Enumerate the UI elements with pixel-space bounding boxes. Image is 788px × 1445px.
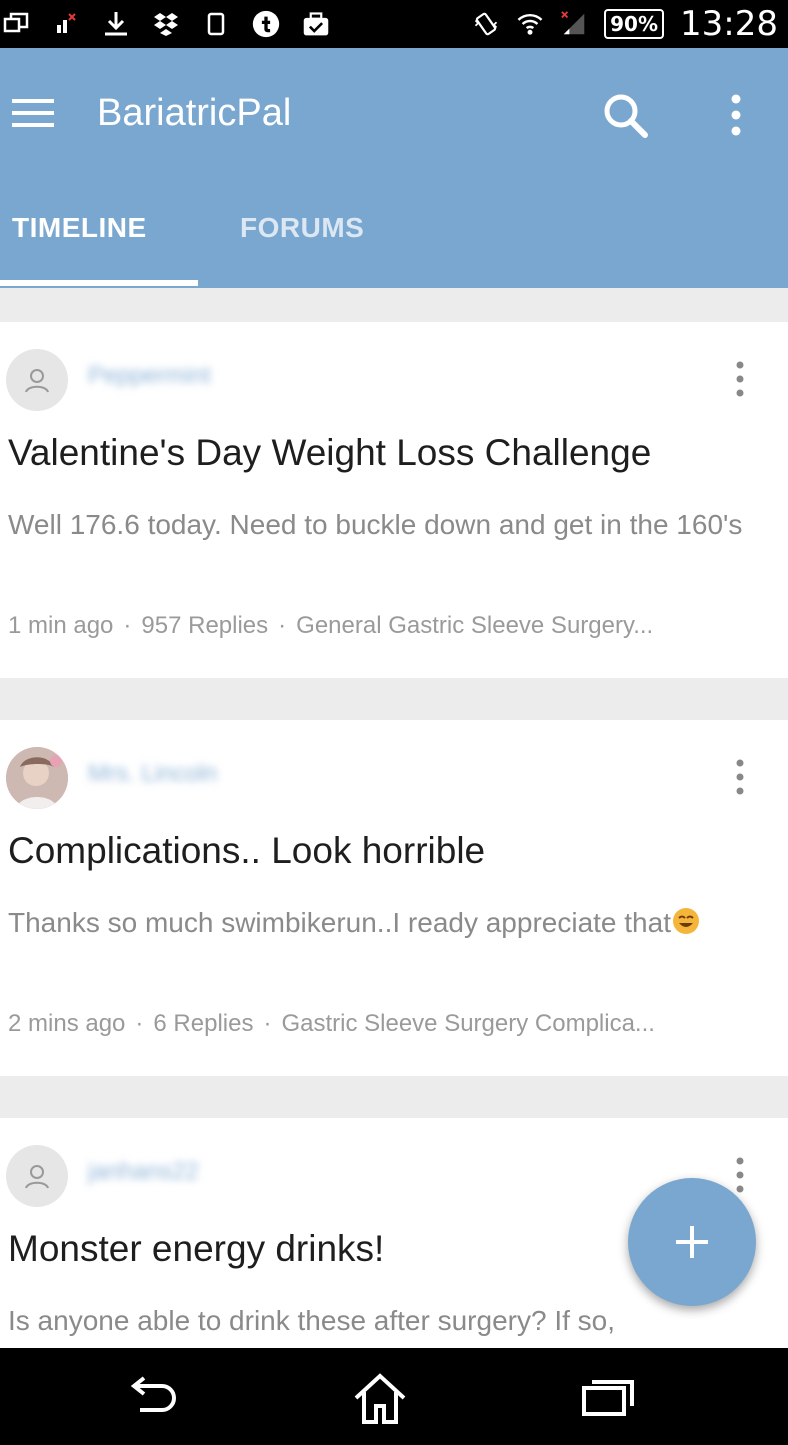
briefcase-check-icon [302, 10, 330, 38]
default-user-icon [25, 1165, 49, 1189]
back-arrow-icon [130, 1376, 176, 1412]
post-title[interactable]: Monster energy drinks! [8, 1228, 384, 1270]
meta-separator: · [263, 1010, 272, 1037]
post-excerpt: Is anyone able to drink these after surg… [8, 1305, 616, 1336]
post-author[interactable]: Peppermint [88, 362, 211, 390]
post-author[interactable]: Mrs. Lincoln [88, 760, 217, 788]
screen-mirror-icon [2, 10, 30, 38]
search-icon[interactable] [600, 90, 652, 142]
recent-apps-icon [582, 1380, 634, 1416]
download-icon [102, 10, 130, 38]
meta-separator: · [135, 1010, 144, 1037]
plus-icon [676, 1226, 708, 1258]
post-overflow-menu-icon[interactable] [728, 756, 752, 798]
meta-separator: · [278, 612, 287, 639]
post-forum[interactable]: General Gastric Sleeve Surgery... [296, 612, 653, 639]
tab-timeline[interactable]: TIMELINE [12, 212, 147, 244]
dropbox-icon [152, 10, 180, 38]
back-button[interactable] [124, 1370, 184, 1426]
post-card[interactable]: Mrs. Lincoln Complications.. Look horrib… [0, 720, 788, 1076]
recent-apps-button[interactable] [578, 1370, 638, 1426]
post-time: 1 min ago [8, 612, 114, 639]
vibrate-icon [472, 10, 500, 38]
post-replies: 957 Replies [141, 612, 269, 639]
square-icon [202, 10, 230, 38]
post-meta: 2 mins ago · 6 Replies · Gastric Sleeve Surg… [8, 1010, 655, 1038]
default-user-icon [25, 369, 49, 393]
signal-alert-icon [52, 10, 80, 38]
cell-signal-icon [560, 10, 588, 38]
post-overflow-menu-icon[interactable] [728, 1154, 752, 1196]
post-replies: 6 Replies [153, 1010, 254, 1037]
avatar[interactable] [6, 1145, 68, 1207]
post-author[interactable]: janhans22 [88, 1158, 199, 1186]
post-excerpt: Thanks so much swimbikerun..I ready appr… [8, 900, 748, 945]
battery-level: 90% [604, 9, 665, 39]
post-overflow-menu-icon[interactable] [728, 358, 752, 400]
app-bar: BariatricPal TIMELINE FORUMS [0, 48, 788, 288]
post-title[interactable]: Valentine's Day Weight Loss Challenge [8, 432, 651, 474]
wifi-icon [516, 10, 544, 38]
post-title[interactable]: Complications.. Look horrible [8, 830, 485, 872]
tab-forums[interactable]: FORUMS [240, 212, 364, 244]
smiley-emoji-icon [672, 908, 699, 934]
new-post-button[interactable] [628, 1178, 756, 1306]
post-meta: 1 min ago · 957 Replies · General Gastric Sl… [8, 612, 653, 640]
status-system: 90% 13:28 [472, 0, 778, 48]
home-button[interactable] [350, 1370, 410, 1426]
post-time: 2 mins ago [8, 1010, 126, 1037]
user-photo-icon [6, 747, 68, 809]
clock: 13:28 [680, 4, 778, 44]
system-nav-bar [0, 1348, 788, 1445]
post-excerpt-text: Thanks so much swimbikerun..I ready appr… [8, 907, 671, 938]
hamburger-menu-icon[interactable] [10, 93, 56, 133]
overflow-menu-icon[interactable] [722, 92, 750, 138]
status-notifications [0, 0, 330, 48]
post-forum[interactable]: Gastric Sleeve Surgery Complica... [281, 1010, 654, 1037]
tumblr-icon [252, 10, 280, 38]
home-icon [354, 1373, 406, 1424]
post-excerpt: Well 176.6 today. Need to buckle down an… [8, 509, 743, 540]
status-bar: 90% 13:28 [0, 0, 788, 48]
app-title: BariatricPal [97, 92, 292, 134]
meta-separator: · [123, 612, 132, 639]
avatar[interactable] [6, 349, 68, 411]
active-tab-indicator [0, 280, 198, 286]
avatar[interactable] [6, 747, 68, 809]
post-card[interactable]: Peppermint Valentine's Day Weight Loss C… [0, 322, 788, 678]
